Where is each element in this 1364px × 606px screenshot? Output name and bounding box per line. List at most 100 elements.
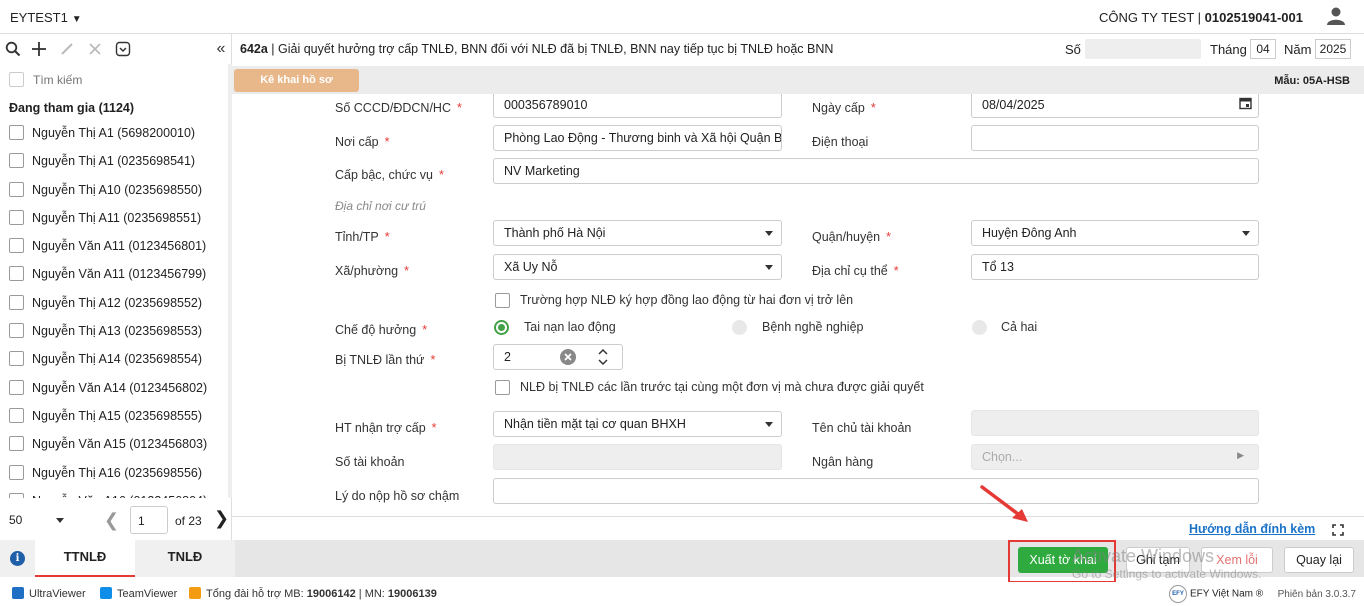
collapse-panel-icon[interactable]: « (212, 40, 230, 58)
page-size-select[interactable]: 50 (2, 506, 70, 534)
cccd-label: Số CCCD/ĐDCN/HC * (335, 101, 462, 115)
export-button[interactable]: Xuất tờ khai (1018, 547, 1108, 573)
ngay-cap-value: 08/04/2025 (982, 98, 1045, 112)
registered-icon: ® (1255, 588, 1264, 600)
calendar-icon[interactable] (1239, 97, 1252, 110)
save-draft-button[interactable]: Ghi tạm (1126, 547, 1190, 573)
view-errors-button[interactable]: Xem lỗi (1201, 547, 1273, 573)
select-all-checkbox[interactable] (9, 72, 24, 87)
list-item-checkbox[interactable] (9, 464, 24, 480)
clear-icon[interactable] (560, 349, 576, 365)
select-all-icon[interactable] (114, 40, 132, 58)
panel-toolbar: « (0, 34, 231, 64)
ly-do-input[interactable] (493, 478, 1259, 504)
search-row (0, 68, 232, 94)
ultraviewer-link[interactable]: UltraViewer (12, 587, 86, 600)
tab-ttnld[interactable]: TTNLĐ (35, 540, 135, 577)
dia-chi-section-title: Địa chỉ nơi cư trú (335, 199, 426, 213)
page-size-value: 50 (9, 513, 23, 527)
list-item-label: Nguyễn Thị A10 (0235698550) (32, 182, 203, 197)
tinh-select[interactable]: Thành phố Hà Nội (493, 220, 782, 246)
radio-benh-nghe-nghiep[interactable] (732, 320, 747, 335)
lan-thu-value: 2 (504, 350, 511, 364)
dia-chi-cu-the-input[interactable]: Tổ 13 (971, 254, 1259, 280)
list-item-checkbox[interactable] (9, 153, 24, 169)
list-item-checkbox[interactable] (9, 407, 24, 423)
stepper-arrows-icon[interactable] (598, 348, 608, 366)
noi-cap-input[interactable]: Phòng Lao Động - Thương binh và Xã hội Q… (493, 125, 782, 151)
teamviewer-link[interactable]: TeamViewer (100, 587, 177, 600)
list-item-checkbox[interactable] (9, 351, 24, 367)
page-number-input[interactable]: 1 (130, 506, 168, 534)
delete-icon[interactable] (86, 40, 104, 58)
back-button[interactable]: Quay lại (1284, 547, 1354, 573)
list-item[interactable]: Nguyễn Thị A12 (0235698552) (0, 292, 232, 320)
list-item[interactable]: Nguyễn Văn A14 (0123456802) (0, 377, 232, 405)
list-item[interactable]: Nguyễn Thị A14 (0235698554) (0, 348, 232, 376)
list-item-checkbox[interactable] (9, 181, 24, 197)
phone-icon (189, 587, 201, 599)
info-icon[interactable]: i (10, 551, 25, 566)
hai-don-vi-checkbox[interactable] (495, 293, 510, 308)
list-item-checkbox[interactable] (9, 436, 24, 452)
ke-khai-button[interactable]: Kê khai hồ sơ (234, 69, 359, 92)
search-icon[interactable] (4, 40, 22, 58)
list-item[interactable]: Nguyễn Thị A11 (0235698551) (0, 207, 232, 235)
search-input[interactable] (33, 70, 213, 90)
dien-thoai-input[interactable] (971, 125, 1259, 151)
list-item[interactable]: Nguyễn Thị A13 (0235698553) (0, 320, 232, 348)
ht-nhan-select[interactable]: Nhận tiền mặt tại cơ quan BHXH (493, 411, 782, 437)
chevron-down-icon (765, 422, 773, 427)
bottom-tabs: i TTNLĐ TNLĐ (0, 540, 235, 577)
list-item-label: Nguyễn Văn A11 (0123456799) (32, 267, 207, 282)
lan-thu-stepper[interactable]: 2 (493, 344, 623, 370)
list-item-checkbox[interactable] (9, 238, 24, 254)
app-name: EYTEST1 (10, 10, 68, 25)
list-item[interactable]: Nguyễn Văn A15 (0123456803) (0, 433, 232, 461)
list-item[interactable]: Nguyễn Thị A15 (0235698555) (0, 405, 232, 433)
list-item-checkbox[interactable] (9, 266, 24, 282)
hotline-text: Tổng đài hỗ trợ MB: 19006142 | MN: 19006… (189, 587, 437, 600)
ngan-hang-placeholder: Chọn... (982, 450, 1023, 464)
chevron-down-icon (765, 265, 773, 270)
list-item[interactable]: Nguyễn Thị A1 (5698200010) (0, 122, 232, 150)
app-switcher[interactable]: EYTEST1 ▼ (10, 10, 82, 25)
nam-field[interactable]: 2025 (1315, 39, 1351, 59)
cccd-input[interactable]: 000356789010 (493, 94, 782, 118)
list-item-checkbox[interactable] (9, 209, 24, 225)
add-icon[interactable] (30, 40, 48, 58)
tab-tnld[interactable]: TNLĐ (135, 540, 235, 577)
thang-field[interactable]: 04 (1250, 39, 1276, 59)
list-item-checkbox[interactable] (9, 492, 24, 498)
fullscreen-icon[interactable] (1332, 524, 1344, 536)
radio-tai-nan[interactable] (494, 320, 509, 335)
list-item-checkbox[interactable] (9, 294, 24, 310)
guide-link[interactable]: Hướng dẫn đính kèm (1189, 522, 1315, 536)
list-item[interactable]: Nguyễn Thị A10 (0235698550) (0, 179, 232, 207)
chevron-down-icon (1242, 231, 1250, 236)
ultraviewer-icon (12, 587, 24, 599)
prev-page-button[interactable]: ❮ (104, 510, 119, 531)
list-item[interactable]: Nguyễn Văn A11 (0123456799) (0, 263, 232, 291)
list-item[interactable]: Nguyễn Văn A11 (0123456801) (0, 235, 232, 263)
so-tk-input (493, 444, 782, 470)
list-item-checkbox[interactable] (9, 323, 24, 339)
top-bar: EYTEST1 ▼ CÔNG TY TEST | 0102519041-001 (0, 0, 1364, 34)
radio-ca-hai[interactable] (972, 320, 987, 335)
so-field[interactable] (1085, 39, 1201, 59)
list-item[interactable]: Nguyễn Thị A1 (0235698541) (0, 150, 232, 178)
list-item[interactable]: Nguyễn Văn A16 (0123456804) (0, 490, 232, 498)
chua-giai-quyet-checkbox[interactable] (495, 380, 510, 395)
ngay-cap-input[interactable]: 08/04/2025 (971, 94, 1259, 118)
quan-select[interactable]: Huyện Đông Anh (971, 220, 1259, 246)
list-item-label: Nguyễn Văn A15 (0123456803) (32, 437, 208, 452)
edit-icon[interactable] (58, 40, 76, 58)
xa-select[interactable]: Xã Uy Nỗ (493, 254, 782, 280)
cap-bac-input[interactable]: NV Marketing (493, 158, 1259, 184)
list-item-checkbox[interactable] (9, 379, 24, 395)
next-page-button[interactable]: ❯ (214, 508, 229, 529)
list-item-checkbox[interactable] (9, 125, 24, 140)
user-icon[interactable] (1326, 6, 1346, 26)
arrow-annotation-icon (980, 485, 1028, 522)
list-item[interactable]: Nguyễn Thị A16 (0235698556) (0, 462, 232, 490)
